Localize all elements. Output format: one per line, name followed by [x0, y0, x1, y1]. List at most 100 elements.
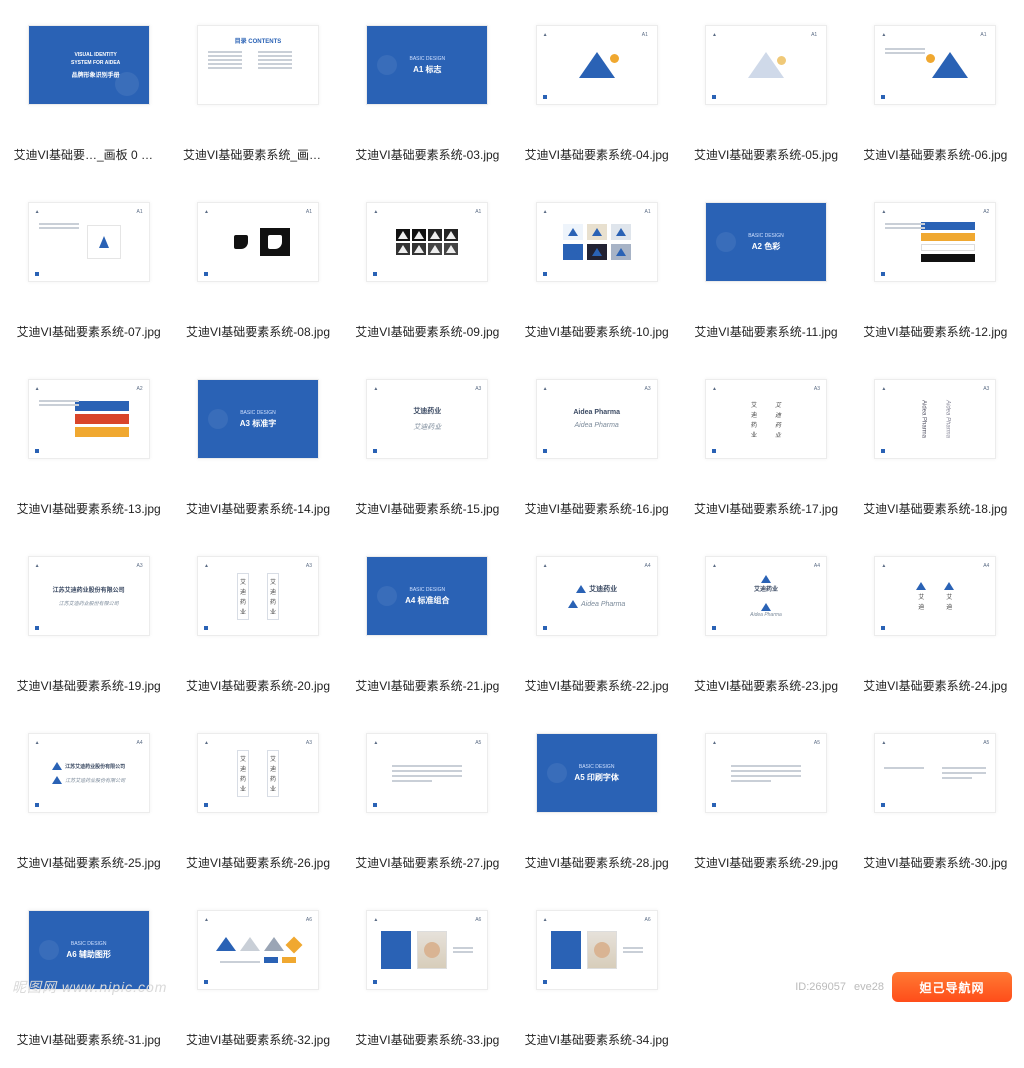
- thumbnail-filename: 艾迪VI基础要素系统-26.jpg: [186, 854, 330, 871]
- thumbnail-preview[interactable]: ▲A5: [359, 722, 495, 824]
- thumbnail-preview[interactable]: ▲A1: [190, 191, 326, 293]
- thumbnail-item[interactable]: BASIC DESIGN A2 色彩 艾迪VI基础要素系统-11.jpg: [687, 191, 844, 340]
- thumbnail-preview[interactable]: ▲A3 艾迪药业艾迪药业: [359, 368, 495, 470]
- thumbnail-filename: 艾迪VI基础要素系统-25.jpg: [17, 854, 161, 871]
- thumbnail-filename: 艾迪VI基础要素系统-13.jpg: [17, 500, 161, 517]
- thumbnail-item[interactable]: ▲A1 艾迪VI基础要素系统-06.jpg: [857, 14, 1014, 163]
- thumbnail-item[interactable]: BASIC DESIGN A6 辅助图形 艾迪VI基础要素系统-31.jpg: [10, 899, 167, 1048]
- thumbnail-preview[interactable]: ▲A5: [867, 722, 1003, 824]
- thumbnail-preview[interactable]: ▲A6: [359, 899, 495, 1001]
- thumbnail-preview[interactable]: ▲A6: [190, 899, 326, 1001]
- thumbnail-item[interactable]: ▲A1 艾迪VI基础要素系统-08.jpg: [179, 191, 336, 340]
- thumbnail-grid: VISUAL IDENTITY SYSTEM FOR AIDEA 品牌形象识别手…: [0, 0, 1024, 1068]
- thumbnail-filename: 艾迪VI基础要素系统-07.jpg: [17, 323, 161, 340]
- thumbnail-item[interactable]: ▲A1 艾迪VI基础要素系统-10.jpg: [518, 191, 675, 340]
- thumbnail-filename: 艾迪VI基础要素系统-17.jpg: [694, 500, 838, 517]
- thumbnail-filename: 艾迪VI基础要素系统-22.jpg: [525, 677, 669, 694]
- thumbnail-filename: 艾迪VI基础要素系统-11.jpg: [694, 323, 837, 340]
- thumbnail-item[interactable]: ▲A3 艾迪药业 艾迪药业 艾迪VI基础要素系统-26.jpg: [179, 722, 336, 871]
- thumbnail-item[interactable]: ▲A1 艾迪VI基础要素系统-07.jpg: [10, 191, 167, 340]
- thumbnail-filename: 艾迪VI基础要素系统-28.jpg: [525, 854, 669, 871]
- thumbnail-preview[interactable]: ▲A1: [867, 14, 1003, 116]
- thumbnail-filename: 艾迪VI基础要素系统-05.jpg: [694, 146, 838, 163]
- thumbnail-preview[interactable]: ▲A5: [698, 722, 834, 824]
- thumbnail-preview[interactable]: ▲A2: [867, 191, 1003, 293]
- thumbnail-filename: 艾迪VI基础要素系统-33.jpg: [355, 1031, 499, 1048]
- thumbnail-item[interactable]: ▲A4 艾迪 艾迪 艾迪VI基础要素系统-24.jpg: [857, 545, 1014, 694]
- thumbnail-filename: 艾迪VI基础要素系统-10.jpg: [525, 323, 669, 340]
- thumbnail-filename: 艾迪VI基础要素系统-08.jpg: [186, 323, 330, 340]
- thumbnail-item[interactable]: ▲A3 艾迪药业艾迪药业 艾迪VI基础要素系统-15.jpg: [349, 368, 506, 517]
- thumbnail-filename: 艾迪VI基础要素系统-14.jpg: [186, 500, 330, 517]
- thumbnail-filename: 艾迪VI基础要素系统_画板 1.jpg: [183, 146, 333, 163]
- thumbnail-preview[interactable]: ▲A3 Aidea Pharma Aidea Pharma: [867, 368, 1003, 470]
- thumbnail-item[interactable]: ▲A6 艾迪VI基础要素系统-34.jpg: [518, 899, 675, 1048]
- thumbnail-item[interactable]: ▲A2 艾迪VI基础要素系统-12.jpg: [857, 191, 1014, 340]
- thumbnail-item[interactable]: ▲A1 艾迪VI基础要素系统-09.jpg: [349, 191, 506, 340]
- thumbnail-preview[interactable]: ▲A3 艾迪药业 艾迪药业: [698, 368, 834, 470]
- thumbnail-item[interactable]: ▲A4 艾迪药业 Aidea Pharma 艾迪VI基础要素系统-22.jpg: [518, 545, 675, 694]
- thumbnail-preview[interactable]: BASIC DESIGN A2 色彩: [698, 191, 834, 293]
- thumbnail-preview[interactable]: ▲A3 艾迪药业 艾迪药业: [190, 722, 326, 824]
- thumbnail-preview[interactable]: ▲A1: [359, 191, 495, 293]
- thumbnail-item[interactable]: ▲A4 艾迪药业 Aidea Pharma 艾迪VI基础要素系统-23.jpg: [687, 545, 844, 694]
- thumbnail-item[interactable]: ▲A2 艾迪VI基础要素系统-13.jpg: [10, 368, 167, 517]
- thumbnail-item[interactable]: BASIC DESIGN A5 印刷字体 艾迪VI基础要素系统-28.jpg: [518, 722, 675, 871]
- thumbnail-item[interactable]: ▲A6 艾迪VI基础要素系统-32.jpg: [179, 899, 336, 1048]
- thumbnail-filename: 艾迪VI基础要素系统-09.jpg: [355, 323, 499, 340]
- thumbnail-preview[interactable]: ▲A4 艾迪 艾迪: [867, 545, 1003, 647]
- thumbnail-item[interactable]: BASIC DESIGN A1 标志 艾迪VI基础要素系统-03.jpg: [349, 14, 506, 163]
- thumbnail-item[interactable]: ▲A3 Aidea PharmaAidea Pharma 艾迪VI基础要素系统-…: [518, 368, 675, 517]
- thumbnail-preview[interactable]: VISUAL IDENTITY SYSTEM FOR AIDEA 品牌形象识别手…: [21, 14, 157, 116]
- thumbnail-item[interactable]: ▲A4 江苏艾迪药业股份有限公司 江苏艾迪药业股份有限公司 艾迪VI基础要素系统…: [10, 722, 167, 871]
- thumbnail-preview[interactable]: 目录 CONTENTS: [190, 14, 326, 116]
- thumbnail-filename: 艾迪VI基础要素系统-04.jpg: [525, 146, 669, 163]
- thumbnail-filename: 艾迪VI基础要素系统-18.jpg: [863, 500, 1007, 517]
- thumbnail-item[interactable]: ▲A1 艾迪VI基础要素系统-05.jpg: [687, 14, 844, 163]
- thumbnail-preview[interactable]: BASIC DESIGN A4 标准组合: [359, 545, 495, 647]
- thumbnail-item[interactable]: 目录 CONTENTS 艾迪VI基础要素系统_画板 1.jpg: [179, 14, 336, 163]
- thumbnail-preview[interactable]: ▲A4 艾迪药业 Aidea Pharma: [698, 545, 834, 647]
- thumbnail-item[interactable]: ▲A1 艾迪VI基础要素系统-04.jpg: [518, 14, 675, 163]
- thumbnail-preview[interactable]: ▲A2: [21, 368, 157, 470]
- thumbnail-preview[interactable]: ▲A1: [21, 191, 157, 293]
- thumbnail-filename: 艾迪VI基础要素系统-23.jpg: [694, 677, 838, 694]
- thumbnail-filename: 艾迪VI基础要素系统-32.jpg: [186, 1031, 330, 1048]
- thumbnail-preview[interactable]: ▲A1: [529, 191, 665, 293]
- thumbnail-item[interactable]: ▲A5 艾迪VI基础要素系统-27.jpg: [349, 722, 506, 871]
- thumbnail-preview[interactable]: ▲A4 艾迪药业 Aidea Pharma: [529, 545, 665, 647]
- thumbnail-item[interactable]: ▲A3 艾迪药业 艾迪药业 艾迪VI基础要素系统-17.jpg: [687, 368, 844, 517]
- thumbnail-item[interactable]: ▲A6 艾迪VI基础要素系统-33.jpg: [349, 899, 506, 1048]
- thumbnail-preview[interactable]: BASIC DESIGN A1 标志: [359, 14, 495, 116]
- thumbnail-item[interactable]: ▲A3 江苏艾迪药业股份有限公司江苏艾迪药业股份有限公司 艾迪VI基础要素系统-…: [10, 545, 167, 694]
- thumbnail-preview[interactable]: ▲A4 江苏艾迪药业股份有限公司 江苏艾迪药业股份有限公司: [21, 722, 157, 824]
- thumbnail-preview[interactable]: ▲A3 江苏艾迪药业股份有限公司江苏艾迪药业股份有限公司: [21, 545, 157, 647]
- thumbnail-item[interactable]: VISUAL IDENTITY SYSTEM FOR AIDEA 品牌形象识别手…: [10, 14, 167, 163]
- thumbnail-preview[interactable]: ▲A3 Aidea PharmaAidea Pharma: [529, 368, 665, 470]
- thumbnail-preview[interactable]: ▲A1: [529, 14, 665, 116]
- thumbnail-preview[interactable]: ▲A1: [698, 14, 834, 116]
- thumbnail-filename: 艾迪VI基础要…_画板 0 副本.jpg: [14, 146, 164, 163]
- thumbnail-filename: 艾迪VI基础要素系统-27.jpg: [355, 854, 499, 871]
- thumbnail-preview[interactable]: ▲A6: [529, 899, 665, 1001]
- thumbnail-item[interactable]: BASIC DESIGN A3 标准字 艾迪VI基础要素系统-14.jpg: [179, 368, 336, 517]
- thumbnail-preview[interactable]: ▲A3 艾迪药业 艾迪药业: [190, 545, 326, 647]
- thumbnail-filename: 艾迪VI基础要素系统-31.jpg: [17, 1031, 161, 1048]
- thumbnail-filename: 艾迪VI基础要素系统-03.jpg: [355, 146, 499, 163]
- thumbnail-filename: 艾迪VI基础要素系统-12.jpg: [863, 323, 1007, 340]
- thumbnail-filename: 艾迪VI基础要素系统-20.jpg: [186, 677, 330, 694]
- thumbnail-filename: 艾迪VI基础要素系统-29.jpg: [694, 854, 838, 871]
- thumbnail-preview[interactable]: BASIC DESIGN A5 印刷字体: [529, 722, 665, 824]
- thumbnail-filename: 艾迪VI基础要素系统-19.jpg: [17, 677, 161, 694]
- thumbnail-item[interactable]: ▲A5 艾迪VI基础要素系统-30.jpg: [857, 722, 1014, 871]
- thumbnail-filename: 艾迪VI基础要素系统-15.jpg: [355, 500, 499, 517]
- thumbnail-preview[interactable]: BASIC DESIGN A6 辅助图形: [21, 899, 157, 1001]
- thumbnail-item[interactable]: ▲A5 艾迪VI基础要素系统-29.jpg: [687, 722, 844, 871]
- thumbnail-item[interactable]: ▲A3 艾迪药业 艾迪药业 艾迪VI基础要素系统-20.jpg: [179, 545, 336, 694]
- thumbnail-filename: 艾迪VI基础要素系统-34.jpg: [525, 1031, 669, 1048]
- thumbnail-filename: 艾迪VI基础要素系统-24.jpg: [863, 677, 1007, 694]
- thumbnail-filename: 艾迪VI基础要素系统-16.jpg: [525, 500, 669, 517]
- thumbnail-preview[interactable]: BASIC DESIGN A3 标准字: [190, 368, 326, 470]
- thumbnail-item[interactable]: ▲A3 Aidea Pharma Aidea Pharma 艾迪VI基础要素系统…: [857, 368, 1014, 517]
- thumbnail-item[interactable]: BASIC DESIGN A4 标准组合 艾迪VI基础要素系统-21.jpg: [349, 545, 506, 694]
